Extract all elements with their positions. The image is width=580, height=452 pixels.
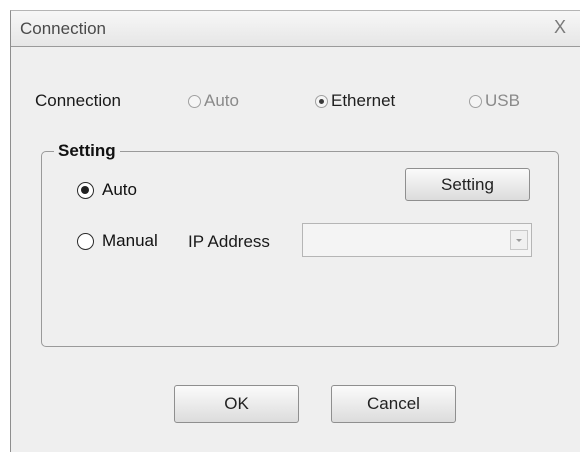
connection-radio-auto[interactable]: Auto bbox=[188, 91, 239, 111]
connection-radio-usb[interactable]: USB bbox=[469, 91, 520, 111]
connection-radio-ethernet[interactable]: Ethernet bbox=[315, 91, 395, 111]
connection-dialog: Connection X Connection Auto Ethernet US… bbox=[10, 10, 580, 452]
radio-label: Ethernet bbox=[331, 91, 396, 110]
setting-radio-auto[interactable]: Auto bbox=[77, 180, 137, 200]
chevron-down-icon bbox=[516, 238, 522, 242]
ip-address-label: IP Address bbox=[188, 232, 270, 251]
dropdown-button[interactable] bbox=[510, 230, 528, 250]
connection-label: Connection bbox=[35, 91, 122, 110]
title-bar[interactable]: Connection X bbox=[11, 11, 580, 47]
radio-label: Auto bbox=[102, 180, 137, 199]
window-title: Connection bbox=[20, 19, 107, 38]
ip-address-select[interactable] bbox=[302, 223, 532, 257]
radio-indicator bbox=[188, 94, 201, 108]
radio-indicator bbox=[469, 94, 482, 108]
ok-button[interactable]: OK bbox=[174, 385, 299, 423]
radio-indicator bbox=[77, 232, 94, 250]
setting-group-legend: Setting bbox=[54, 141, 120, 161]
radio-label: USB bbox=[485, 91, 520, 110]
setting-button[interactable]: Setting bbox=[405, 168, 530, 201]
setting-radio-manual[interactable]: Manual bbox=[77, 231, 158, 251]
radio-indicator bbox=[315, 94, 328, 108]
radio-indicator bbox=[77, 181, 94, 199]
close-icon[interactable]: X bbox=[554, 17, 566, 37]
radio-label: Manual bbox=[102, 231, 158, 250]
cancel-button[interactable]: Cancel bbox=[331, 385, 456, 423]
radio-label: Auto bbox=[204, 91, 239, 110]
